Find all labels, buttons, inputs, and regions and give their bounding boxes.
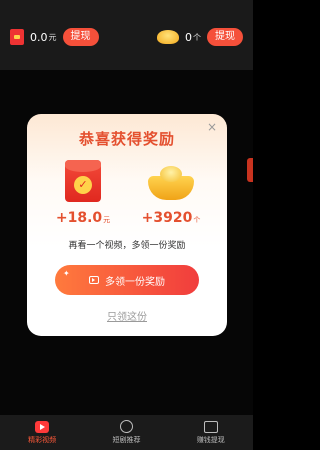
coin-withdraw-button[interactable]: 提现: [207, 28, 243, 46]
cta-label: 多领一份奖励: [105, 276, 165, 288]
side-tab[interactable]: [247, 158, 253, 182]
gold-ingot-icon: [157, 30, 179, 44]
reward-dialog: × 恭喜获得奖励 ✓ +18.0元 +3920个 再看一个视频，多领一份奖励 ✦…: [27, 114, 227, 336]
claim-only-link[interactable]: 只领这份: [27, 308, 227, 323]
red-envelope-icon: ✓: [65, 160, 101, 202]
nav-item-videos[interactable]: 精彩视频: [0, 415, 84, 450]
top-bar: 0.0 元 提现 0 个 提现: [0, 0, 253, 70]
dialog-title: 恭喜获得奖励: [78, 130, 175, 148]
cash-amount: 0.0: [30, 30, 48, 44]
nav-item-dramas[interactable]: 短剧推荐: [84, 415, 168, 450]
coin-reward: +3920个: [131, 160, 211, 226]
nav-label: 短剧推荐: [112, 436, 141, 444]
nav-label: 赚钱提现: [196, 435, 225, 444]
video-icon: [89, 276, 99, 284]
sparkle-icon: ✦: [63, 269, 70, 278]
cash-withdraw-button[interactable]: 提现: [62, 28, 99, 46]
cash-reward-value: +18.0元: [55, 210, 111, 226]
coin-reward-value: +3920个: [141, 210, 201, 226]
coin-balance: 0 个 提现: [157, 28, 243, 46]
get-extra-reward-button[interactable]: ✦ 多领一份奖励: [55, 265, 199, 295]
video-icon: [35, 420, 50, 433]
reward-hint: 再看一个视频，多领一份奖励: [68, 241, 186, 251]
nav-label: 精彩视频: [28, 435, 57, 444]
cash-reward: ✓ +18.0元: [43, 160, 123, 226]
film-reel-icon: [119, 420, 133, 433]
nav-item-earn[interactable]: 赚钱提现: [169, 415, 253, 450]
wallet-icon: [203, 420, 218, 433]
bottom-nav: 精彩视频 短剧推荐 赚钱提现: [0, 415, 253, 450]
cash-balance: 0.0 元 提现: [10, 28, 99, 46]
coin-unit: 个: [193, 32, 201, 42]
cash-unit: 元: [48, 32, 57, 42]
red-envelope-icon: [10, 29, 24, 45]
coin-count: 0: [185, 30, 192, 44]
gold-ingot-icon: [148, 164, 194, 200]
